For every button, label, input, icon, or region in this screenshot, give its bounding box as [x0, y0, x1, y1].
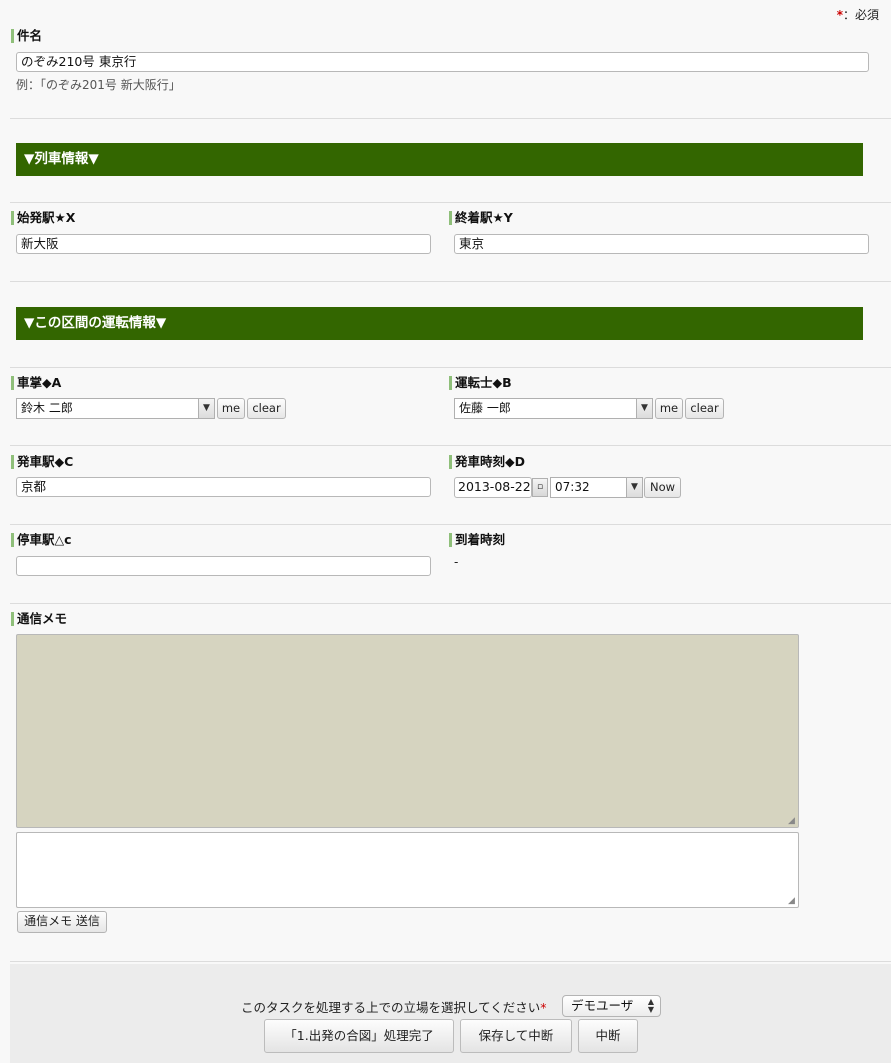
conductor-me-button[interactable]: me	[217, 398, 245, 419]
arrival-terminal-input[interactable]: 東京	[454, 234, 869, 254]
arrival-time-label: 到着時刻	[449, 533, 505, 547]
driver-me-button[interactable]: me	[655, 398, 683, 419]
divider	[10, 367, 891, 368]
departure-time-value: 07:32	[555, 480, 590, 494]
calendar-icon[interactable]: ▫	[532, 478, 548, 497]
required-note: *：必須	[837, 6, 879, 23]
conductor-value: 鈴木 二郎	[21, 401, 73, 415]
departure-stop-label: 発車駅◆C	[11, 455, 73, 469]
arrival-terminal-label: 終着駅★Y	[449, 211, 513, 225]
conductor-clear-button[interactable]: clear	[247, 398, 286, 419]
role-select[interactable]: デモユーザ ▲ ▼	[562, 995, 661, 1017]
divider	[10, 281, 891, 282]
divider	[10, 445, 891, 446]
role-prompt-text: このタスクを処理する上での立場を選択してください	[241, 1000, 541, 1015]
divider	[10, 118, 891, 119]
driver-select[interactable]: 佐藤 一郎 ▼	[454, 398, 653, 419]
stop-station-input[interactable]	[16, 556, 431, 576]
chevron-down-icon: ▼	[626, 478, 642, 497]
role-required-star: *	[540, 1000, 547, 1015]
driver-clear-button[interactable]: clear	[685, 398, 724, 419]
conductor-select[interactable]: 鈴木 二郎 ▼	[16, 398, 215, 419]
divider	[10, 202, 891, 203]
divider	[10, 524, 891, 525]
departure-station-input[interactable]: 新大阪	[16, 234, 431, 254]
driver-label: 運転士◆B	[449, 376, 512, 390]
departure-date-input[interactable]: 2013-08-22	[454, 477, 532, 498]
arrival-time-value: -	[454, 555, 459, 569]
memo-input[interactable]: ◢	[16, 832, 799, 908]
resize-grip-icon[interactable]: ◢	[788, 897, 796, 906]
chevron-down-icon: ▼	[636, 399, 652, 418]
save-suspend-button[interactable]: 保存して中断	[460, 1019, 572, 1053]
role-prompt: このタスクを処理する上での立場を選択してください*	[241, 997, 547, 1016]
section-train-info: ▼列車情報▼	[16, 143, 863, 176]
divider	[10, 603, 891, 604]
departure-station-label: 始発駅★X	[11, 211, 75, 225]
departure-stop-input[interactable]: 京都	[16, 477, 431, 497]
memo-log[interactable]: ◢	[16, 634, 799, 828]
role-value: デモユーザ	[571, 998, 634, 1013]
complete-button[interactable]: 「1.出発の合図」処理完了	[264, 1019, 454, 1053]
departure-time-label: 発車時刻◆D	[449, 455, 525, 469]
departure-time-select[interactable]: 07:32 ▼	[550, 477, 643, 498]
stop-station-label: 停車駅△c	[11, 533, 72, 547]
subject-input[interactable]: のぞみ210号 東京行	[16, 52, 869, 72]
resize-grip-icon[interactable]: ◢	[788, 817, 796, 826]
conductor-label: 車掌◆A	[11, 376, 61, 390]
suspend-button[interactable]: 中断	[578, 1019, 638, 1053]
required-text: ：必須	[842, 8, 879, 22]
now-button[interactable]: Now	[644, 477, 681, 498]
memo-label: 通信メモ	[11, 612, 67, 626]
section-segment-info: ▼この区間の運転情報▼	[16, 307, 863, 340]
chevron-down-icon: ▼	[198, 399, 214, 418]
subject-example: 例：「のぞみ201号 新大阪行」	[16, 78, 181, 92]
driver-value: 佐藤 一郎	[459, 401, 511, 415]
subject-label: 件名	[11, 29, 42, 43]
updown-arrow-icon: ▲ ▼	[647, 997, 654, 1014]
divider	[10, 961, 891, 962]
memo-send-button[interactable]: 通信メモ 送信	[17, 911, 107, 933]
